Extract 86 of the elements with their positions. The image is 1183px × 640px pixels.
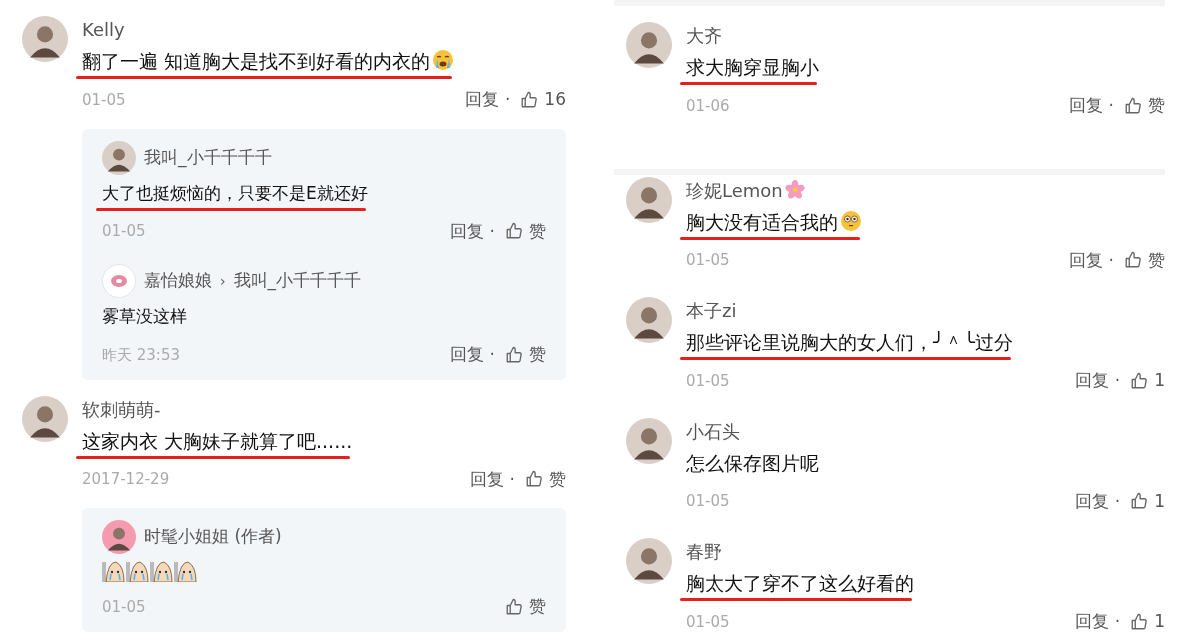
separator-dot: · bbox=[489, 343, 495, 366]
thumbs-up-icon bbox=[505, 597, 523, 616]
user-name: 小石头 bbox=[686, 419, 740, 444]
reply-button[interactable]: 回复 bbox=[469, 466, 504, 492]
separator-dot: · bbox=[489, 219, 495, 243]
reply-button[interactable]: 回复 bbox=[449, 342, 484, 368]
comment-date: 01-05 bbox=[686, 491, 730, 512]
thumbs-up-icon bbox=[1130, 371, 1149, 390]
separator-dot: · bbox=[1108, 248, 1114, 272]
user-name: Kelly bbox=[82, 18, 125, 42]
avatar bbox=[626, 22, 672, 68]
comment-text: 这家内衣 大胸妹子就算了吧...... bbox=[82, 429, 353, 452]
avatar bbox=[626, 176, 672, 223]
thumbs-up-icon bbox=[520, 90, 539, 109]
comment-date: 01-06 bbox=[686, 95, 730, 117]
thumbs-up-icon bbox=[1130, 492, 1149, 511]
like-button[interactable]: 赞 bbox=[525, 466, 566, 492]
user-name: 嘉怡娘娘 bbox=[144, 269, 212, 293]
comment-date: 昨天 23:53 bbox=[102, 344, 180, 366]
comment-text: 求大胸穿显胸小 bbox=[686, 56, 819, 78]
reply-button[interactable]: 回复 bbox=[1074, 488, 1109, 514]
flushed-face-icon bbox=[840, 209, 862, 232]
crying-sticker-icon bbox=[126, 560, 150, 582]
comment-date: 01-05 bbox=[82, 89, 126, 111]
crying-sticker-icon bbox=[150, 560, 174, 582]
crying-sticker-icon bbox=[102, 560, 126, 582]
avatar bbox=[102, 140, 136, 175]
separator-dot: · bbox=[1114, 610, 1121, 633]
avatar bbox=[102, 520, 136, 554]
reply-button[interactable]: 回复 bbox=[1068, 93, 1103, 119]
like-button[interactable]: 1 bbox=[1130, 488, 1165, 514]
separator-dot: · bbox=[1108, 94, 1114, 117]
reply-button[interactable]: 回复 bbox=[464, 87, 499, 113]
like-button[interactable]: 1 bbox=[1130, 609, 1165, 635]
comment-text: 那些评论里说胸大的女人们，╯＾╰过分 bbox=[686, 331, 1013, 353]
donut-avatar bbox=[102, 264, 136, 298]
avatar bbox=[626, 297, 672, 343]
like-button[interactable]: 1 bbox=[1130, 368, 1165, 394]
reply-button[interactable]: 回复 bbox=[1074, 368, 1109, 394]
comment-text: 大了也挺烦恼的，只要不是E就还好 bbox=[102, 182, 368, 203]
like-button[interactable]: 赞 bbox=[1124, 93, 1165, 119]
separator-dot: · bbox=[509, 467, 515, 491]
like-button[interactable]: 赞 bbox=[505, 218, 546, 244]
crying-face-icon bbox=[432, 49, 455, 71]
crying-sticker-icon bbox=[174, 560, 198, 582]
comment-date: 2017-12-29 bbox=[82, 469, 170, 490]
user-name: 时髦小姐姐 (作者) bbox=[144, 525, 282, 549]
thumbs-up-icon bbox=[525, 470, 543, 489]
flower-icon bbox=[784, 180, 805, 200]
comment-text: 翻了一遍 知道胸大是找不到好看的内衣的 bbox=[82, 50, 431, 72]
comment-date: 01-05 bbox=[102, 221, 146, 242]
avatar bbox=[626, 538, 672, 584]
user-name: 大齐 bbox=[686, 24, 722, 48]
comment-text: 雾草没这样 bbox=[102, 306, 187, 326]
user-name: 春野 bbox=[686, 540, 722, 564]
reply-button[interactable]: 回复 bbox=[1074, 609, 1109, 635]
reply-button[interactable]: 回复 bbox=[449, 218, 484, 244]
comment-date: 01-05 bbox=[686, 370, 730, 392]
comment-date: 01-05 bbox=[686, 250, 730, 271]
thumbs-up-icon bbox=[505, 345, 523, 364]
separator-dot: · bbox=[1114, 369, 1121, 392]
separator-dot: · bbox=[504, 88, 511, 111]
like-button[interactable]: 赞 bbox=[1124, 247, 1165, 273]
comment-date: 01-05 bbox=[686, 611, 730, 633]
like-button[interactable]: 16 bbox=[520, 87, 566, 113]
avatar bbox=[22, 395, 68, 442]
user-name: 软刺萌萌- bbox=[82, 397, 161, 422]
avatar bbox=[626, 417, 672, 464]
comment-text: 胸大没有适合我的 bbox=[686, 210, 838, 233]
thumbs-up-icon bbox=[505, 222, 523, 241]
user-name: 本子zi bbox=[686, 299, 737, 323]
comment-date: 01-05 bbox=[102, 596, 146, 618]
like-button[interactable]: 赞 bbox=[505, 342, 546, 368]
separator-dot: · bbox=[1114, 489, 1121, 513]
reply-target-name: 我叫_小千千千千 bbox=[233, 269, 362, 293]
chevron-icon: › bbox=[220, 270, 226, 292]
thumbs-up-icon bbox=[1124, 96, 1142, 115]
comment-text: 怎么保存图片呢 bbox=[686, 451, 819, 474]
avatar bbox=[22, 16, 68, 62]
thumbs-up-icon bbox=[1130, 612, 1149, 631]
user-name: 珍妮Lemon bbox=[686, 178, 783, 203]
user-name: 我叫_小千千千千 bbox=[144, 145, 272, 170]
reply-button[interactable]: 回复 bbox=[1068, 247, 1103, 273]
comment-text: 胸太大了穿不了这么好看的 bbox=[686, 572, 914, 594]
thumbs-up-icon bbox=[1124, 251, 1142, 270]
like-button[interactable]: 赞 bbox=[505, 594, 546, 620]
